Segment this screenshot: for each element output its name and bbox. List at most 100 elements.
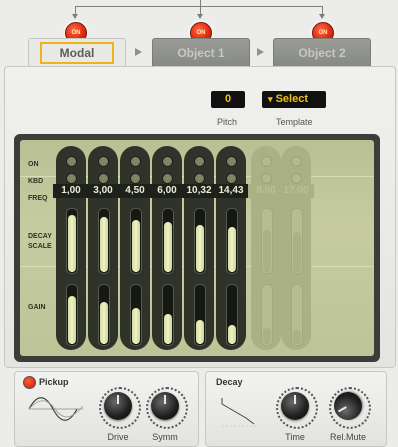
partial-gain-slider-level [228,325,236,344]
symm-knob[interactable] [151,392,179,420]
time-knob[interactable] [281,392,309,420]
partials-lcd: ON KBD FREQ DECAY SCALE GAIN 1,00 3,00 4,5… [20,140,374,356]
partial-decay-slider[interactable] [261,208,273,274]
pickup-on-led[interactable] [23,376,36,389]
symm-label: Symm [152,432,178,442]
partial-gain-slider-level [100,302,108,344]
template-value: Select [275,93,309,105]
partial-kbd-toggle[interactable] [261,173,272,184]
partial-column-5: 10,32 [181,146,217,350]
row-label-decay-line2: SCALE [28,243,52,250]
partial-column-4: 6,00 [149,146,185,350]
partial-freq-value[interactable]: 10,32 [181,184,217,198]
pitch-label: Pitch [217,117,238,127]
pickup-panel: Pickup Drive Symm [14,371,199,447]
partial-decay-slider-level [164,222,172,272]
partial-decay-slider[interactable] [194,208,206,274]
partial-decay-slider-level [263,230,271,272]
drive-knob[interactable] [104,392,132,420]
partial-decay-slider-level [132,220,140,272]
partial-freq-value[interactable]: 4,50 [117,184,153,198]
flow-arrow-icon [135,48,142,56]
partial-on-toggle[interactable] [291,156,302,167]
pitch-display[interactable]: 0 [211,91,245,108]
partials-screen: ON KBD FREQ DECAY SCALE GAIN 1,00 3,00 4,5… [14,134,380,362]
partial-on-toggle[interactable] [66,156,77,167]
partial-on-toggle[interactable] [194,156,205,167]
chevron-down-icon: ▾ [268,94,273,104]
template-select[interactable]: ▾ Select [262,91,326,108]
partial-gain-slider-level [164,314,172,344]
pickup-waveform-icon [28,397,84,421]
partial-kbd-toggle[interactable] [226,173,237,184]
partial-column-2: 3,00 [85,146,121,350]
partial-decay-slider-level [293,232,301,272]
row-label-on: ON [28,161,39,168]
partial-freq-value[interactable]: 17.00 [278,184,314,198]
partial-gain-slider[interactable] [261,284,273,346]
partial-kbd-toggle[interactable] [291,173,302,184]
pickup-title: Pickup [39,377,69,387]
partial-gain-slider[interactable] [66,284,78,346]
partial-kbd-toggle[interactable] [194,173,205,184]
partial-gain-slider-level [132,308,140,344]
partial-freq-value[interactable]: 1,00 [53,184,89,198]
decay-panel: Decay Time Rel.Mute [205,371,387,447]
partial-kbd-toggle[interactable] [162,173,173,184]
drive-label: Drive [107,432,129,442]
partial-gain-slider[interactable] [130,284,142,346]
partial-column-7: 8.00 [248,146,284,350]
partial-column-3: 4,50 [117,146,153,350]
partial-column-1: 1,00 [53,146,89,350]
partial-on-toggle[interactable] [98,156,109,167]
row-label-decay-line1: DECAY [28,233,52,240]
partial-decay-slider[interactable] [291,208,303,274]
partial-decay-slider[interactable] [162,208,174,274]
partial-kbd-toggle[interactable] [66,173,77,184]
row-label-freq: FREQ [28,195,48,202]
partial-kbd-toggle[interactable] [130,173,141,184]
partial-gain-slider[interactable] [291,284,303,346]
partial-gain-slider[interactable] [226,284,238,346]
partial-decay-slider-level [228,227,236,272]
partial-gain-slider-level [68,296,76,344]
decay-title: Decay [216,377,243,387]
partial-gain-slider-level [196,320,204,344]
partial-gain-slider-level [293,330,301,344]
partial-decay-slider[interactable] [66,208,78,274]
partial-on-toggle[interactable] [261,156,272,167]
partial-column-6: 14,43 [213,146,249,350]
flow-arrow-icon [257,48,264,56]
partial-gain-slider[interactable] [162,284,174,346]
partial-kbd-toggle[interactable] [98,173,109,184]
partial-gain-slider-level [263,328,271,344]
tab-modal[interactable]: Modal [28,38,126,68]
partial-freq-value[interactable]: 6,00 [149,184,185,198]
partial-column-8: 17.00 [278,146,314,350]
decay-envelope-icon [221,398,258,427]
time-label: Time [285,432,305,442]
template-label: Template [276,117,313,127]
partial-decay-slider[interactable] [98,208,110,274]
partial-on-toggle[interactable] [162,156,173,167]
tab-modal-label: Modal [39,42,115,64]
tab-object-2[interactable]: Object 2 [273,38,371,68]
row-label-decay: DECAY SCALE [28,232,52,252]
partial-gain-slider[interactable] [194,284,206,346]
partial-gain-slider[interactable] [98,284,110,346]
partial-decay-slider-level [100,217,108,272]
row-label-kbd: KBD [28,178,44,185]
partial-freq-value[interactable]: 14,43 [213,184,249,198]
partial-decay-slider-level [68,215,76,272]
rel-mute-label: Rel.Mute [329,432,366,442]
partial-on-toggle[interactable] [226,156,237,167]
partial-decay-slider[interactable] [130,208,142,274]
partial-freq-value[interactable]: 3,00 [85,184,121,198]
row-label-gain: GAIN [28,304,46,311]
partial-decay-slider-level [196,225,204,272]
tab-object-1[interactable]: Object 1 [152,38,250,68]
tab-object-2-label: Object 2 [298,46,346,60]
partial-on-toggle[interactable] [130,156,141,167]
partial-decay-slider[interactable] [226,208,238,274]
tab-object-1-label: Object 1 [177,46,225,60]
